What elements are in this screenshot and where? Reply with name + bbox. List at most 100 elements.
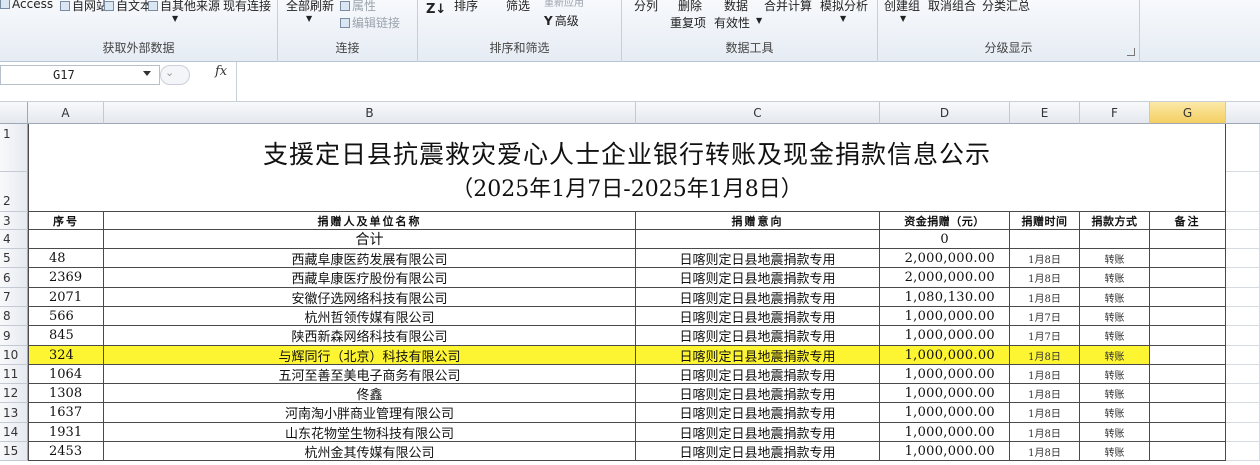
- edit-links-button[interactable]: 编辑链接: [340, 14, 400, 31]
- donation-amount[interactable]: 1,000,000.00: [880, 365, 1010, 384]
- row-header-15[interactable]: 15: [0, 442, 28, 461]
- total-date-cell[interactable]: [1010, 230, 1080, 249]
- donation-method[interactable]: 转账: [1080, 326, 1150, 346]
- donation-amount[interactable]: 1,000,000.00: [880, 423, 1010, 442]
- donation-no[interactable]: 2071: [28, 288, 104, 307]
- donation-intent[interactable]: 日喀则定日县地震捐款专用: [636, 288, 880, 307]
- data-validation-button[interactable]: 数据: [724, 0, 748, 14]
- donation-intent[interactable]: 日喀则定日县地震捐款专用: [636, 403, 880, 423]
- donation-amount[interactable]: 1,000,000.00: [880, 326, 1010, 346]
- cell-h[interactable]: [1226, 249, 1260, 268]
- donor-name[interactable]: 五河至善至美电子商务有限公司: [104, 365, 636, 384]
- cell-h[interactable]: [1226, 365, 1260, 384]
- donation-date[interactable]: 1月8日: [1010, 288, 1080, 307]
- donation-amount[interactable]: 1,000,000.00: [880, 346, 1010, 365]
- row-header-9[interactable]: 9: [0, 326, 28, 346]
- group-button[interactable]: 创建组: [884, 0, 920, 14]
- donation-method[interactable]: 转账: [1080, 403, 1150, 423]
- cell-h[interactable]: [1226, 442, 1260, 461]
- donation-no[interactable]: 324: [28, 346, 104, 365]
- cell-h[interactable]: [1226, 326, 1260, 346]
- donor-name[interactable]: 杭州金其传媒有限公司: [104, 442, 636, 461]
- donation-date[interactable]: 1月8日: [1010, 442, 1080, 461]
- row-header-3[interactable]: 3: [0, 212, 28, 230]
- donation-intent[interactable]: 日喀则定日县地震捐款专用: [636, 442, 880, 461]
- donation-method[interactable]: 转账: [1080, 249, 1150, 268]
- donation-no[interactable]: 1064: [28, 365, 104, 384]
- donation-no[interactable]: 1308: [28, 384, 104, 403]
- cell-h[interactable]: [1226, 384, 1260, 403]
- donation-method[interactable]: 转账: [1080, 307, 1150, 326]
- properties-button[interactable]: 属性: [340, 0, 376, 14]
- text-to-columns-button[interactable]: 分列: [634, 0, 658, 14]
- cell-h[interactable]: [1226, 172, 1260, 212]
- header-method[interactable]: 捐款方式: [1080, 212, 1150, 230]
- header-no[interactable]: 序号: [28, 212, 104, 230]
- donation-no[interactable]: 1637: [28, 403, 104, 423]
- cell-h[interactable]: [1226, 212, 1260, 230]
- column-header-e[interactable]: E: [1010, 102, 1080, 124]
- column-header-c[interactable]: C: [636, 102, 880, 124]
- donation-date[interactable]: 1月8日: [1010, 346, 1080, 365]
- row-header-6[interactable]: 6: [0, 268, 28, 288]
- donation-remarks[interactable]: [1150, 346, 1226, 365]
- total-no-cell[interactable]: [28, 230, 104, 249]
- row-header-4[interactable]: 4: [0, 230, 28, 249]
- header-remarks[interactable]: 备注: [1150, 212, 1226, 230]
- donation-intent[interactable]: 日喀则定日县地震捐款专用: [636, 423, 880, 442]
- donation-date[interactable]: 1月8日: [1010, 423, 1080, 442]
- donation-method[interactable]: 转账: [1080, 442, 1150, 461]
- donation-method[interactable]: 转账: [1080, 384, 1150, 403]
- row-header-10[interactable]: 10: [0, 346, 28, 365]
- from-access-button[interactable]: Access: [0, 0, 53, 11]
- existing-connections-button[interactable]: 现有连接: [223, 0, 271, 14]
- total-amount[interactable]: 0: [880, 230, 1010, 249]
- from-text-button[interactable]: 自文本: [104, 0, 152, 14]
- donation-remarks[interactable]: [1150, 307, 1226, 326]
- donation-intent[interactable]: 日喀则定日县地震捐款专用: [636, 384, 880, 403]
- dialog-launcher-icon[interactable]: [1127, 48, 1135, 56]
- advanced-filter-button[interactable]: Y 高级: [544, 12, 579, 29]
- donation-amount[interactable]: 1,080,130.00: [880, 288, 1010, 307]
- donation-method[interactable]: 转账: [1080, 365, 1150, 384]
- row-header-7[interactable]: 7: [0, 288, 28, 307]
- column-header-a[interactable]: A: [28, 102, 104, 124]
- row-header-5[interactable]: 5: [0, 249, 28, 268]
- row-header-1[interactable]: 1: [0, 124, 28, 172]
- donation-amount[interactable]: 1,000,000.00: [880, 384, 1010, 403]
- ungroup-button[interactable]: 取消组合: [928, 0, 976, 14]
- total-label[interactable]: 合计: [104, 230, 636, 249]
- donation-amount[interactable]: 2,000,000.00: [880, 268, 1010, 288]
- donation-remarks[interactable]: [1150, 326, 1226, 346]
- refresh-all-button[interactable]: 全部刷新: [286, 0, 334, 14]
- donation-intent[interactable]: 日喀则定日县地震捐款专用: [636, 346, 880, 365]
- donor-name[interactable]: 河南淘小胖商业管理有限公司: [104, 403, 636, 423]
- formula-input[interactable]: [236, 62, 1260, 101]
- insert-function-icon[interactable]: fx: [215, 64, 227, 79]
- donation-remarks[interactable]: [1150, 249, 1226, 268]
- donation-amount[interactable]: 1,000,000.00: [880, 307, 1010, 326]
- donor-name[interactable]: 杭州哲领传媒有限公司: [104, 307, 636, 326]
- donor-name[interactable]: 安徽仔选网络科技有限公司: [104, 288, 636, 307]
- donor-name[interactable]: 陕西新森网络科技有限公司: [104, 326, 636, 346]
- reapply-button[interactable]: 重新应用: [544, 0, 584, 9]
- remove-duplicates-button[interactable]: 删除: [678, 0, 702, 14]
- sheet-title[interactable]: 支援定日县抗震救灾爱心人士企业银行转账及现金捐款信息公示 （2025年1月7日-…: [28, 124, 1226, 212]
- donation-no[interactable]: 2369: [28, 268, 104, 288]
- donation-intent[interactable]: 日喀则定日县地震捐款专用: [636, 249, 880, 268]
- donation-no[interactable]: 845: [28, 326, 104, 346]
- column-header-b[interactable]: B: [104, 102, 636, 124]
- donation-remarks[interactable]: [1150, 442, 1226, 461]
- donation-intent[interactable]: 日喀则定日县地震捐款专用: [636, 326, 880, 346]
- row-header-14[interactable]: 14: [0, 423, 28, 442]
- donation-date[interactable]: 1月8日: [1010, 249, 1080, 268]
- total-remarks-cell[interactable]: [1150, 230, 1226, 249]
- column-header-h[interactable]: [1226, 102, 1260, 124]
- donor-name[interactable]: 与辉同行（北京）科技有限公司: [104, 346, 636, 365]
- select-all-corner[interactable]: [0, 102, 28, 124]
- donation-remarks[interactable]: [1150, 365, 1226, 384]
- cell-h[interactable]: [1226, 403, 1260, 423]
- donor-name[interactable]: 西藏阜康医疗股份有限公司: [104, 268, 636, 288]
- header-amount[interactable]: 资金捐赠（元）: [880, 212, 1010, 230]
- donation-no[interactable]: 48: [28, 249, 104, 268]
